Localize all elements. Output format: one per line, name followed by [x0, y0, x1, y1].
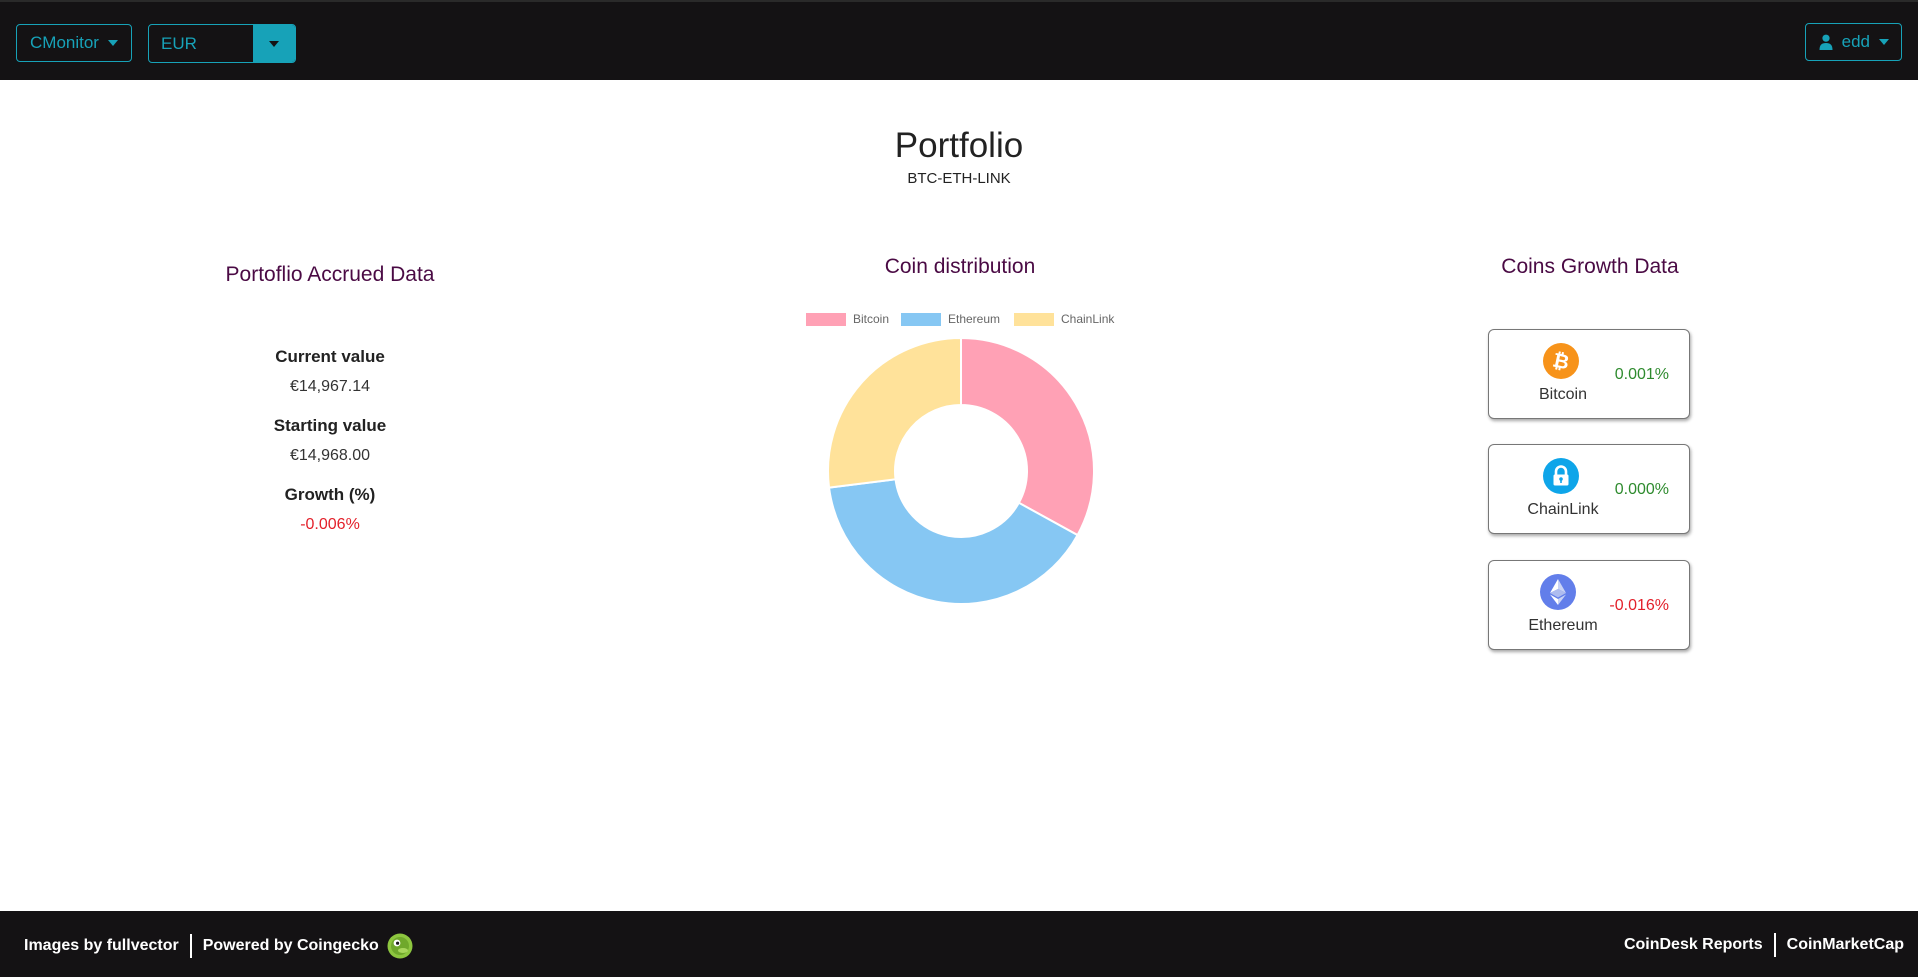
starting-value-label: Starting value — [273, 416, 387, 435]
coindesk-reports-link[interactable]: CoinDesk Reports — [1624, 936, 1763, 954]
coin-name: ChainLink — [1527, 501, 1599, 518]
coinmarketcap-link[interactable]: CoinMarketCap — [1787, 936, 1904, 954]
images-credit-link[interactable]: Images by fullvector — [24, 937, 179, 955]
coin-distribution-title: Coin distribution — [884, 255, 1036, 278]
currency-select[interactable]: EUR — [148, 24, 296, 63]
coin-growth-pct: 0.001% — [1614, 366, 1669, 383]
accrued-data-panel: Current value €14,967.14 Starting value … — [130, 344, 530, 551]
coins-growth-title: Coins Growth Data — [1501, 255, 1679, 278]
coin-name: Bitcoin — [1538, 386, 1588, 403]
caret-down-icon — [1879, 39, 1889, 45]
brand-dropdown-button[interactable]: CMonitor — [16, 24, 132, 62]
growth-label: Growth (%) — [284, 485, 376, 504]
footer-divider — [189, 934, 192, 958]
coingecko-icon[interactable] — [387, 933, 413, 959]
coin-growth-pct: -0.016% — [1609, 597, 1669, 614]
current-value-label: Current value — [275, 347, 385, 366]
brand-label: CMonitor — [30, 33, 99, 52]
page-subtitle: BTC-ETH-LINK — [907, 170, 1011, 187]
donut-chart[interactable] — [800, 305, 1120, 605]
donut-slice-chainlink[interactable] — [827, 336, 962, 489]
page-title: Portfolio — [894, 126, 1024, 165]
currency-dropdown-toggle[interactable] — [253, 25, 295, 62]
donut-slice-bitcoin[interactable] — [960, 336, 1095, 537]
chainlink-icon — [1543, 458, 1579, 494]
coin-name: Ethereum — [1528, 617, 1598, 634]
current-value: €14,967.14 — [289, 378, 371, 395]
user-menu-button[interactable]: edd — [1804, 23, 1902, 61]
growth-value: -0.006% — [300, 516, 360, 533]
caret-down-icon — [269, 40, 279, 47]
currency-value: EUR — [161, 33, 197, 53]
growth-card-bitcoin[interactable]: ₿ Bitcoin 0.001% — [1488, 329, 1690, 419]
user-label: edd — [1841, 32, 1870, 51]
starting-value: €14,968.00 — [289, 447, 371, 464]
growth-card-ethereum[interactable]: Ethereum -0.016% — [1488, 560, 1690, 650]
coin-growth-pct: 0.000% — [1614, 481, 1669, 498]
top-navbar: CMonitor EUR edd — [0, 0, 1918, 80]
footer-credits: Images by fullvector Powered by Coingeck… — [24, 933, 413, 959]
footer: Images by fullvector Powered by Coingeck… — [0, 911, 1918, 977]
bitcoin-icon: ₿ — [1543, 343, 1579, 379]
coin-distribution-chart: Bitcoin Ethereum ChainLink — [800, 305, 1120, 605]
caret-down-icon — [107, 40, 118, 46]
footer-divider — [1773, 933, 1776, 957]
accrued-data-title: Portoflio Accrued Data — [225, 263, 435, 286]
powered-by-link[interactable]: Powered by Coingecko — [203, 937, 379, 955]
ethereum-icon — [1540, 574, 1576, 610]
footer-links: CoinDesk Reports CoinMarketCap — [1624, 933, 1904, 957]
user-icon — [1819, 34, 1833, 50]
growth-card-chainlink[interactable]: ChainLink 0.000% — [1488, 444, 1690, 534]
